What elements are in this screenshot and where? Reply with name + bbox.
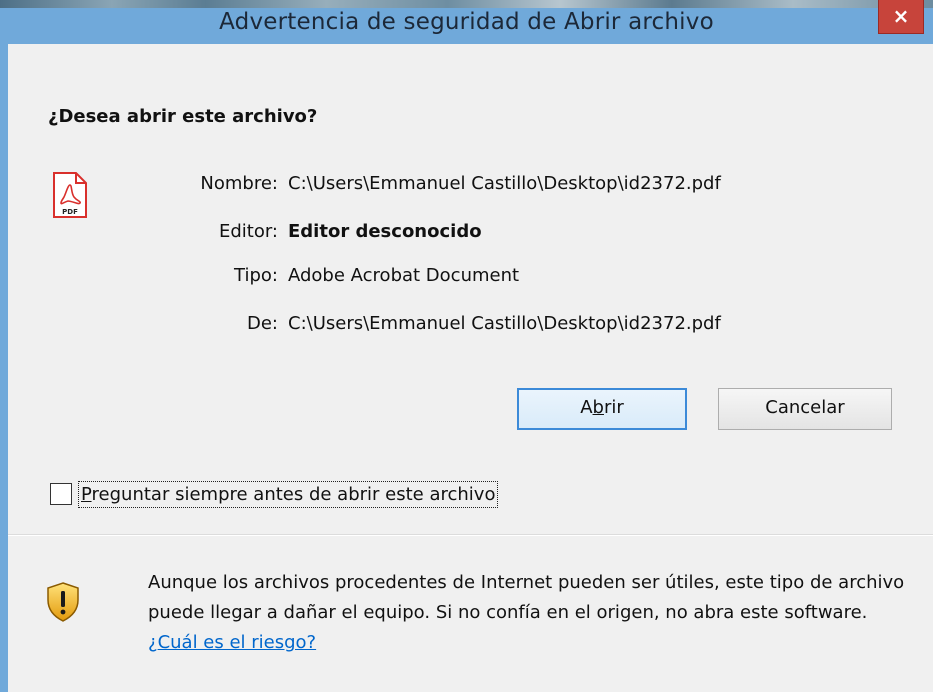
open-button-label-post: rir [603,397,624,418]
warning-text: Aunque los archivos procedentes de Inter… [148,572,905,623]
close-icon: × [892,4,910,28]
open-button-label-pre: A [580,397,593,418]
warning-message: Aunque los archivos procedentes de Inter… [148,568,908,658]
open-button-mnemonic: b [592,397,604,418]
always-ask-label[interactable]: Preguntar siempre antes de abrir este ar… [78,481,499,508]
risk-link-text: Cuál es el riesgo? [157,632,317,653]
dialog-window: Advertencia de seguridad de Abrir archiv… [0,0,933,692]
svg-text:PDF: PDF [62,208,78,216]
risk-link-mnemonic: ¿ [148,632,158,653]
pdf-file-icon: PDF [53,172,87,218]
always-ask-checkbox[interactable] [50,483,72,505]
section-divider-highlight [8,535,933,536]
close-button[interactable]: × [878,0,924,34]
always-ask-mnemonic: P [81,484,92,505]
field-label-publisher: Editor: [218,221,278,242]
dialog-body: ¿Desea abrir este archivo? PDF Nombre: C… [8,44,933,692]
field-label-name: Nombre: [200,173,278,194]
field-label-from: De: [247,313,278,334]
shield-warning-icon [47,582,79,622]
dialog-question: ¿Desea abrir este archivo? [48,106,318,127]
field-value-from: C:\Users\Emmanuel Castillo\Desktop\id237… [288,313,721,334]
field-value-publisher: Editor desconocido [288,221,482,242]
risk-link[interactable]: ¿Cuál es el riesgo? [148,632,316,653]
field-value-name: C:\Users\Emmanuel Castillo\Desktop\id237… [288,173,721,194]
cancel-button[interactable]: Cancelar [718,388,892,430]
open-button[interactable]: Abrir [517,388,687,430]
field-label-type: Tipo: [234,265,278,286]
always-ask-label-text: reguntar siempre antes de abrir este arc… [91,484,496,505]
window-title: Advertencia de seguridad de Abrir archiv… [219,9,714,35]
title-bar[interactable]: Advertencia de seguridad de Abrir archiv… [0,0,933,44]
field-value-type: Adobe Acrobat Document [288,265,520,286]
